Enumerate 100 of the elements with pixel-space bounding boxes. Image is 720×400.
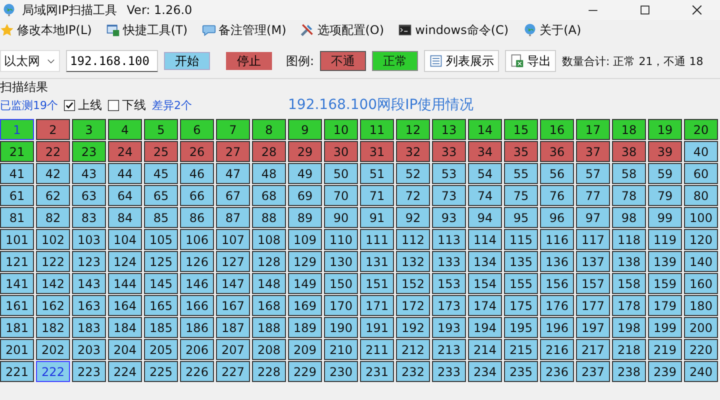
ip-cell[interactable]: 28 (252, 141, 286, 162)
ip-cell[interactable]: 179 (648, 295, 682, 316)
ip-cell[interactable]: 8 (252, 119, 286, 140)
ip-cell[interactable]: 14 (468, 119, 502, 140)
ip-cell[interactable]: 46 (180, 163, 214, 184)
ip-cell[interactable]: 139 (648, 251, 682, 272)
ip-cell[interactable]: 174 (468, 295, 502, 316)
ip-cell[interactable]: 149 (288, 273, 322, 294)
ip-cell[interactable]: 103 (72, 229, 106, 250)
ip-cell[interactable]: 60 (684, 163, 718, 184)
ip-cell[interactable]: 88 (252, 207, 286, 228)
ip-cell[interactable]: 199 (648, 317, 682, 338)
ip-cell[interactable]: 198 (612, 317, 646, 338)
ip-cell[interactable]: 50 (324, 163, 358, 184)
offline-checkbox[interactable] (108, 100, 119, 110)
ip-cell[interactable]: 230 (324, 361, 358, 382)
difference-count-link[interactable]: 差异2个 (152, 98, 192, 112)
ip-cell[interactable]: 57 (576, 163, 610, 184)
ip-cell[interactable]: 38 (612, 141, 646, 162)
ip-cell[interactable]: 62 (36, 185, 70, 206)
ip-cell[interactable]: 6 (180, 119, 214, 140)
ip-cell[interactable]: 36 (540, 141, 574, 162)
ip-cell[interactable]: 134 (468, 251, 502, 272)
ip-cell[interactable]: 236 (540, 361, 574, 382)
ip-cell[interactable]: 118 (612, 229, 646, 250)
ip-cell[interactable]: 150 (324, 273, 358, 294)
ip-cell[interactable]: 104 (108, 229, 142, 250)
ip-cell[interactable]: 214 (468, 339, 502, 360)
ip-cell[interactable]: 49 (288, 163, 322, 184)
ip-cell[interactable]: 222 (36, 361, 70, 382)
ip-cell[interactable]: 106 (180, 229, 214, 250)
ip-cell[interactable]: 234 (468, 361, 502, 382)
ip-cell[interactable]: 231 (360, 361, 394, 382)
ip-cell[interactable]: 101 (0, 229, 34, 250)
ip-cell[interactable]: 173 (432, 295, 466, 316)
ip-cell[interactable]: 54 (468, 163, 502, 184)
ip-cell[interactable]: 146 (180, 273, 214, 294)
ip-cell[interactable]: 128 (252, 251, 286, 272)
ip-cell[interactable]: 116 (540, 229, 574, 250)
ip-cell[interactable]: 102 (36, 229, 70, 250)
ip-cell[interactable]: 53 (432, 163, 466, 184)
ip-cell[interactable]: 140 (684, 251, 718, 272)
ip-cell[interactable]: 226 (180, 361, 214, 382)
ip-cell[interactable]: 225 (144, 361, 178, 382)
ip-cell[interactable]: 166 (180, 295, 214, 316)
ip-cell[interactable]: 15 (504, 119, 538, 140)
ip-cell[interactable]: 159 (648, 273, 682, 294)
ip-cell[interactable]: 158 (612, 273, 646, 294)
ip-cell[interactable]: 63 (72, 185, 106, 206)
ip-cell[interactable]: 56 (540, 163, 574, 184)
ip-cell[interactable]: 119 (648, 229, 682, 250)
ip-cell[interactable]: 192 (396, 317, 430, 338)
ip-cell[interactable]: 17 (576, 119, 610, 140)
menu-item[interactable]: 备注管理(M) (218, 22, 286, 38)
ip-cell[interactable]: 23 (72, 141, 106, 162)
ip-cell[interactable]: 30 (324, 141, 358, 162)
ip-cell[interactable]: 238 (612, 361, 646, 382)
ip-cell[interactable]: 80 (684, 185, 718, 206)
ip-cell[interactable]: 74 (468, 185, 502, 206)
ip-cell[interactable]: 40 (684, 141, 718, 162)
ip-cell[interactable]: 3 (72, 119, 106, 140)
ip-cell[interactable]: 61 (0, 185, 34, 206)
ip-cell[interactable]: 138 (612, 251, 646, 272)
adapter-dropdown[interactable]: 以太网 (0, 50, 60, 72)
ip-cell[interactable]: 151 (360, 273, 394, 294)
ip-cell[interactable]: 43 (72, 163, 106, 184)
ip-cell[interactable]: 191 (360, 317, 394, 338)
ip-cell[interactable]: 240 (684, 361, 718, 382)
ip-cell[interactable]: 2 (36, 119, 70, 140)
ip-cell[interactable]: 86 (180, 207, 214, 228)
ip-cell[interactable]: 176 (540, 295, 574, 316)
ip-cell[interactable]: 27 (216, 141, 250, 162)
ip-cell[interactable]: 195 (504, 317, 538, 338)
ip-cell[interactable]: 212 (396, 339, 430, 360)
ip-cell[interactable]: 110 (324, 229, 358, 250)
ip-cell[interactable]: 224 (108, 361, 142, 382)
ip-cell[interactable]: 77 (576, 185, 610, 206)
ip-cell[interactable]: 218 (612, 339, 646, 360)
ip-cell[interactable]: 228 (252, 361, 286, 382)
ip-cell[interactable]: 136 (540, 251, 574, 272)
ip-cell[interactable]: 41 (0, 163, 34, 184)
ip-cell[interactable]: 32 (396, 141, 430, 162)
ip-cell[interactable]: 170 (324, 295, 358, 316)
monitored-count-link[interactable]: 已监测19个 (0, 98, 58, 112)
ip-cell[interactable]: 169 (288, 295, 322, 316)
ip-cell[interactable]: 213 (432, 339, 466, 360)
ip-cell[interactable]: 133 (432, 251, 466, 272)
ip-cell[interactable]: 204 (108, 339, 142, 360)
ip-cell[interactable]: 97 (576, 207, 610, 228)
ip-cell[interactable]: 66 (180, 185, 214, 206)
ip-cell[interactable]: 59 (648, 163, 682, 184)
ip-cell[interactable]: 182 (36, 317, 70, 338)
ip-cell[interactable]: 105 (144, 229, 178, 250)
ip-cell[interactable]: 34 (468, 141, 502, 162)
ip-cell[interactable]: 76 (540, 185, 574, 206)
ip-cell[interactable]: 187 (216, 317, 250, 338)
ip-cell[interactable]: 55 (504, 163, 538, 184)
ip-cell[interactable]: 20 (684, 119, 718, 140)
ip-cell[interactable]: 24 (108, 141, 142, 162)
ip-cell[interactable]: 83 (72, 207, 106, 228)
